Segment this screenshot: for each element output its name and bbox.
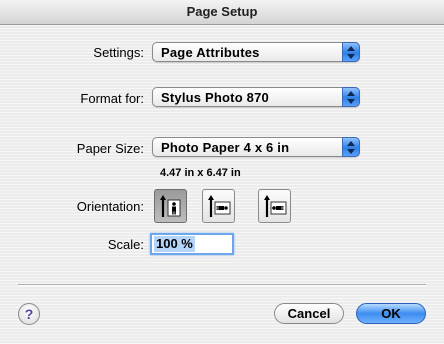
scale-label: Scale: [107,237,144,252]
divider [18,284,426,286]
scale-input[interactable]: 100 % [150,233,234,255]
settings-value: Page Attributes [161,45,260,60]
format-for-popup[interactable]: Stylus Photo 870 [152,87,360,107]
paper-size-label: Paper Size: [76,141,144,156]
format-for-label: Format for: [80,91,144,106]
paper-size-popup[interactable]: Photo Paper 4 x 6 in [152,137,360,157]
orientation-landscape-reversed-button[interactable] [258,189,291,223]
settings-label: Settings: [93,45,144,60]
help-button[interactable]: ? [18,303,40,325]
cancel-button[interactable]: Cancel [274,303,344,324]
popup-arrows-icon [342,87,360,107]
orientation-portrait-button[interactable] [154,189,187,223]
settings-popup[interactable]: Page Attributes [152,42,360,62]
scale-value: 100 % [154,236,195,252]
dialog-title: Page Setup [186,4,258,19]
paper-size-value: Photo Paper 4 x 6 in [161,140,290,155]
format-for-value: Stylus Photo 870 [161,90,269,105]
paper-dimensions: 4.47 in x 6.47 in [160,167,241,179]
portrait-person-icon [160,195,181,217]
landscape-person-icon [208,195,231,217]
orientation-label: Orientation: [76,199,144,214]
landscape-reversed-person-icon [264,195,287,217]
title-bar: Page Setup [0,0,444,25]
popup-arrows-icon [342,137,360,157]
ok-button[interactable]: OK [356,303,426,324]
orientation-landscape-button[interactable] [202,189,235,223]
page-setup-dialog: Page Setup Settings: Page Attributes For… [0,0,444,344]
popup-arrows-icon [342,42,360,62]
